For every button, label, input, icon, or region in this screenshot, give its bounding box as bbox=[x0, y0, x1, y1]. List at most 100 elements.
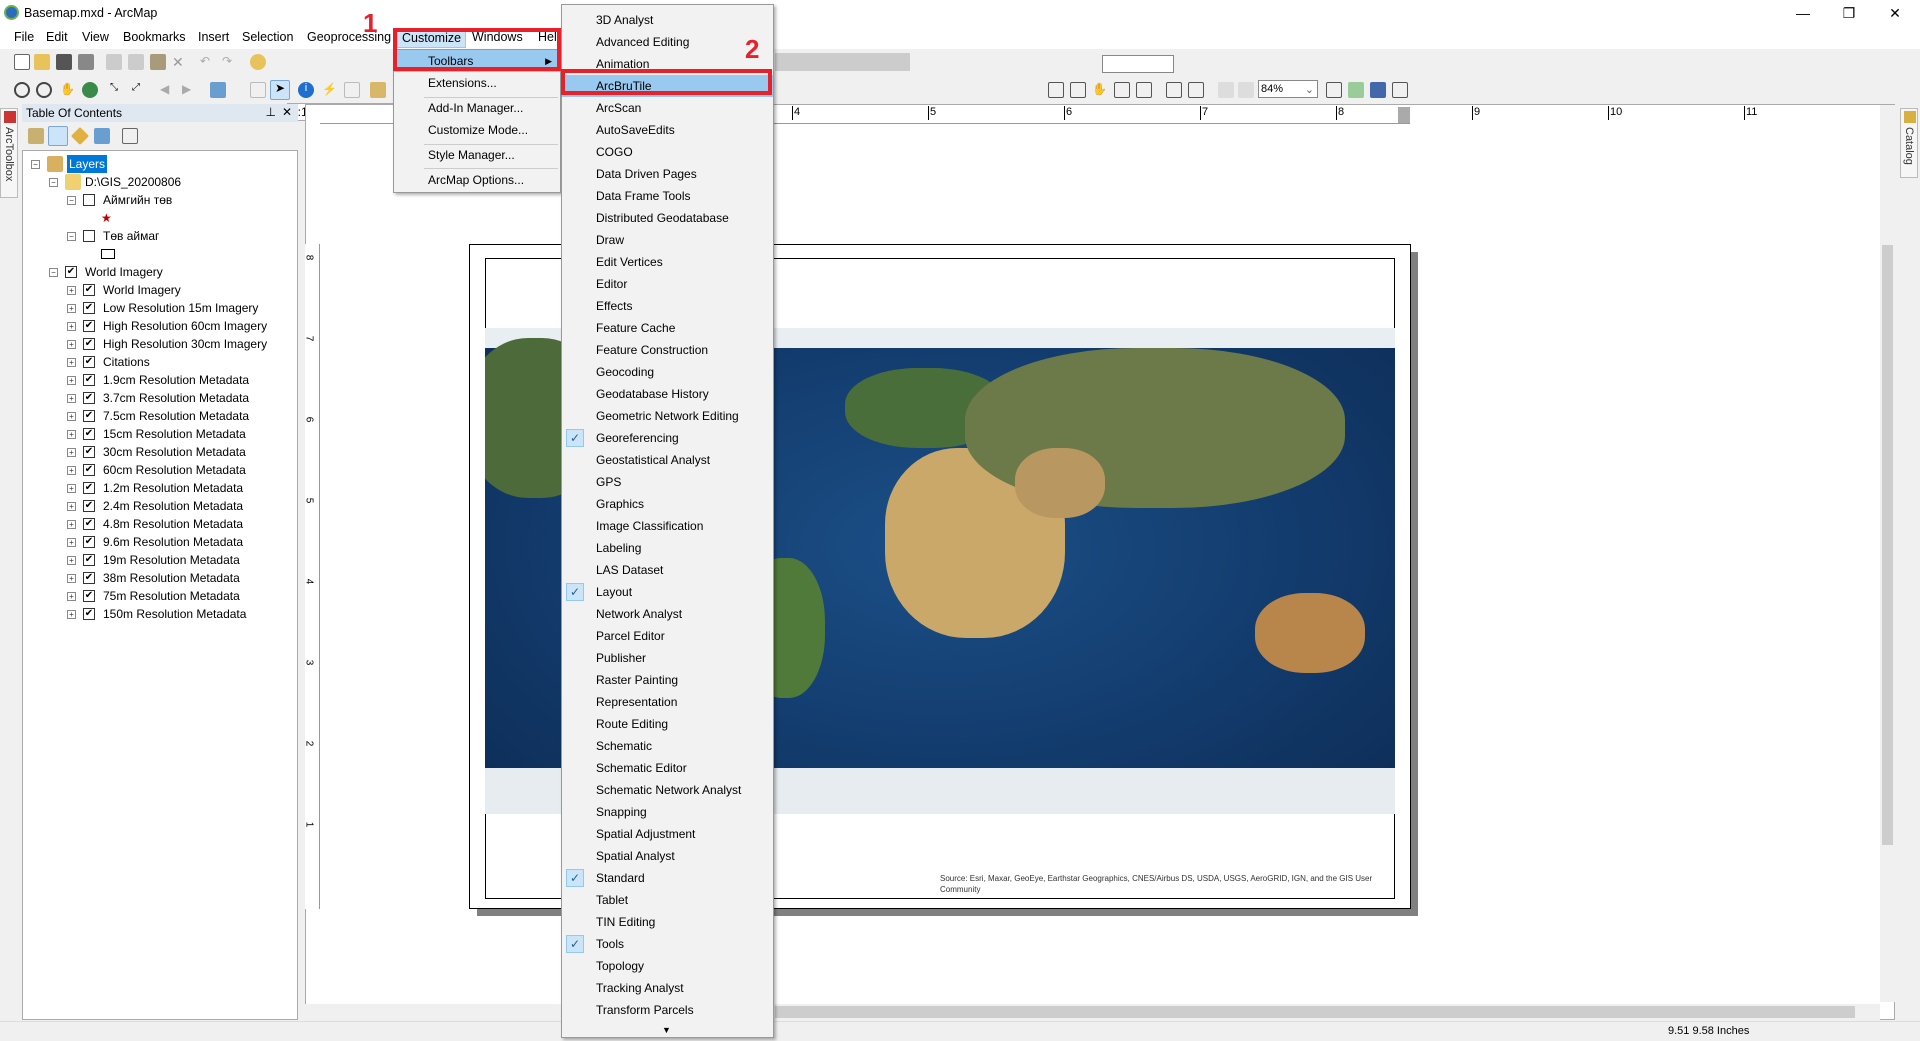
catalog-tab[interactable]: Catalog bbox=[1900, 108, 1918, 178]
options-icon[interactable] bbox=[122, 128, 138, 144]
menu-item-add-in-manager[interactable]: Add-In Manager... bbox=[394, 97, 560, 119]
toolbar-item-data-driven-pages[interactable]: Data Driven Pages bbox=[562, 163, 773, 185]
hyperlink-icon[interactable]: ⚡ bbox=[322, 82, 338, 98]
toc-row[interactable]: + ✔ 30cm Resolution Metadata bbox=[23, 443, 293, 461]
toolbar-item-raster-painting[interactable]: Raster Painting bbox=[562, 669, 773, 691]
toc-row[interactable]: + ✔ 7.5cm Resolution Metadata bbox=[23, 407, 293, 425]
toolbar-item-schematic[interactable]: Schematic bbox=[562, 735, 773, 757]
toolbar-item-topology[interactable]: Topology bbox=[562, 955, 773, 977]
toolbar-item-schematic-editor[interactable]: Schematic Editor bbox=[562, 757, 773, 779]
toolbar-item-edit-vertices[interactable]: Edit Vertices bbox=[562, 251, 773, 273]
toc-row[interactable]: + ✔ 4.8m Resolution Metadata bbox=[23, 515, 293, 533]
toolbar-item-graphics[interactable]: Graphics bbox=[562, 493, 773, 515]
menu-item-customize-mode[interactable]: Customize Mode... bbox=[394, 119, 560, 141]
toolbar-item-transform-parcels[interactable]: Transform Parcels bbox=[562, 999, 773, 1021]
toc-row[interactable]: + ✔ World Imagery bbox=[23, 281, 293, 299]
toc-row[interactable]: + ✔ 19m Resolution Metadata bbox=[23, 551, 293, 569]
toolbar-item-tin-editing[interactable]: TIN Editing bbox=[562, 911, 773, 933]
toolbar-item-gps[interactable]: GPS bbox=[562, 471, 773, 493]
layer-name[interactable]: 19m Resolution Metadata bbox=[103, 551, 240, 569]
visibility-checkbox[interactable]: ✔ bbox=[83, 536, 95, 548]
toolbar-item-data-frame-tools[interactable]: Data Frame Tools bbox=[562, 185, 773, 207]
layer-name[interactable]: 38m Resolution Metadata bbox=[103, 569, 240, 587]
toolbar-item-spatial-adjustment[interactable]: Spatial Adjustment bbox=[562, 823, 773, 845]
toolbar-item-tracking-analyst[interactable]: Tracking Analyst bbox=[562, 977, 773, 999]
toolbar-item-editor[interactable]: Editor bbox=[562, 273, 773, 295]
open-icon[interactable] bbox=[34, 54, 50, 70]
expand-icon[interactable]: + bbox=[67, 592, 76, 601]
visibility-checkbox[interactable]: ✔ bbox=[83, 500, 95, 512]
toc-row[interactable]: − ✔ World Imagery bbox=[23, 263, 293, 281]
toc-row[interactable]: − D:\GIS_20200806 bbox=[23, 173, 293, 191]
scroll-thumb[interactable] bbox=[1882, 245, 1893, 845]
visibility-checkbox[interactable]: ✔ bbox=[83, 356, 95, 368]
toolbar-item-las-dataset[interactable]: LAS Dataset bbox=[562, 559, 773, 581]
toolbar-item-distributed-geodatabase[interactable]: Distributed Geodatabase bbox=[562, 207, 773, 229]
visibility-checkbox[interactable]: ✔ bbox=[83, 608, 95, 620]
redo-icon[interactable]: ↷ bbox=[222, 54, 238, 70]
collapse-icon[interactable]: − bbox=[67, 232, 76, 241]
toc-row[interactable]: − Layers bbox=[23, 155, 293, 173]
toc-row[interactable]: + ✔ 1.9cm Resolution Metadata bbox=[23, 371, 293, 389]
back-icon[interactable]: ◀ bbox=[160, 82, 176, 98]
zoom-in-icon[interactable] bbox=[14, 82, 30, 98]
layer-name[interactable]: Layers bbox=[67, 155, 108, 173]
measure-icon[interactable] bbox=[370, 82, 386, 98]
layer-name[interactable]: Төв аймаг bbox=[103, 227, 159, 245]
toggle-draft-icon[interactable] bbox=[1326, 82, 1342, 98]
toolbar-item-labeling[interactable]: Labeling bbox=[562, 537, 773, 559]
toc-row[interactable]: + ✔ Citations bbox=[23, 353, 293, 371]
toolbar-item-geometric-network-editing[interactable]: Geometric Network Editing bbox=[562, 405, 773, 427]
toolbar-item-schematic-network-analyst[interactable]: Schematic Network Analyst bbox=[562, 779, 773, 801]
delete-icon[interactable]: ✕ bbox=[172, 54, 188, 70]
visibility-checkbox[interactable]: ✔ bbox=[83, 284, 95, 296]
arctoolbox-tab[interactable]: ArcToolbox bbox=[0, 108, 18, 198]
toolbar-item-standard[interactable]: ✓ Standard bbox=[562, 867, 773, 889]
go-forward-extent-icon[interactable] bbox=[1238, 82, 1254, 98]
expand-icon[interactable]: + bbox=[67, 376, 76, 385]
toolbar-item-publisher[interactable]: Publisher bbox=[562, 647, 773, 669]
expand-icon[interactable]: + bbox=[67, 484, 76, 493]
new-document-icon[interactable] bbox=[14, 54, 30, 70]
layer-name[interactable]: World Imagery bbox=[85, 263, 163, 281]
toolbar-item-geodatabase-history[interactable]: Geodatabase History bbox=[562, 383, 773, 405]
zoom-whole-page-icon[interactable] bbox=[1114, 82, 1130, 98]
minimize-button[interactable]: — bbox=[1780, 0, 1826, 27]
visibility-checkbox[interactable]: ✔ bbox=[83, 410, 95, 422]
layer-name[interactable]: 75m Resolution Metadata bbox=[103, 587, 240, 605]
add-data-icon[interactable] bbox=[250, 54, 266, 70]
toolbar-item-geostatistical-analyst[interactable]: Geostatistical Analyst bbox=[562, 449, 773, 471]
layer-name[interactable]: 1.9cm Resolution Metadata bbox=[103, 371, 249, 389]
focus-data-frame-icon[interactable] bbox=[1348, 82, 1364, 98]
visibility-checkbox[interactable] bbox=[83, 230, 95, 242]
list-by-drawing-order-icon[interactable] bbox=[28, 128, 44, 144]
change-layout-icon[interactable] bbox=[1370, 82, 1386, 98]
expand-icon[interactable]: + bbox=[67, 340, 76, 349]
toolbar-item-geocoding[interactable]: Geocoding bbox=[562, 361, 773, 383]
toolbar-item-parcel-editor[interactable]: Parcel Editor bbox=[562, 625, 773, 647]
toolbar-item-effects[interactable]: Effects bbox=[562, 295, 773, 317]
select-features-icon[interactable] bbox=[210, 82, 226, 98]
expand-icon[interactable]: + bbox=[67, 412, 76, 421]
toc-row[interactable]: + ✔ 150m Resolution Metadata bbox=[23, 605, 293, 623]
expand-icon[interactable]: + bbox=[67, 430, 76, 439]
expand-icon[interactable]: + bbox=[67, 286, 76, 295]
toc-row[interactable]: − Аймгийн төв bbox=[23, 191, 293, 209]
visibility-checkbox[interactable]: ✔ bbox=[83, 554, 95, 566]
scroll-down-arrow-icon[interactable]: ▼ bbox=[662, 1025, 671, 1035]
layer-name[interactable]: 4.8m Resolution Metadata bbox=[103, 515, 243, 533]
toolbar-item-3d-analyst[interactable]: 3D Analyst bbox=[562, 9, 773, 31]
toolbar-item-tablet[interactable]: Tablet bbox=[562, 889, 773, 911]
visibility-checkbox[interactable]: ✔ bbox=[83, 464, 95, 476]
menu-edit[interactable]: Edit bbox=[42, 30, 72, 44]
toolbar-item-representation[interactable]: Representation bbox=[562, 691, 773, 713]
data-driven-pages-icon[interactable] bbox=[1392, 82, 1408, 98]
toolbar-item-draw[interactable]: Draw bbox=[562, 229, 773, 251]
pan-icon[interactable]: ✋ bbox=[60, 82, 76, 98]
go-back-extent-icon[interactable] bbox=[1218, 82, 1234, 98]
layout-pan-icon[interactable]: ✋ bbox=[1092, 82, 1108, 98]
undo-icon[interactable]: ↶ bbox=[200, 54, 216, 70]
copy-icon[interactable] bbox=[128, 54, 144, 70]
visibility-checkbox[interactable]: ✔ bbox=[83, 446, 95, 458]
fixed-zoom-out-icon[interactable]: ⤢ bbox=[132, 82, 148, 98]
